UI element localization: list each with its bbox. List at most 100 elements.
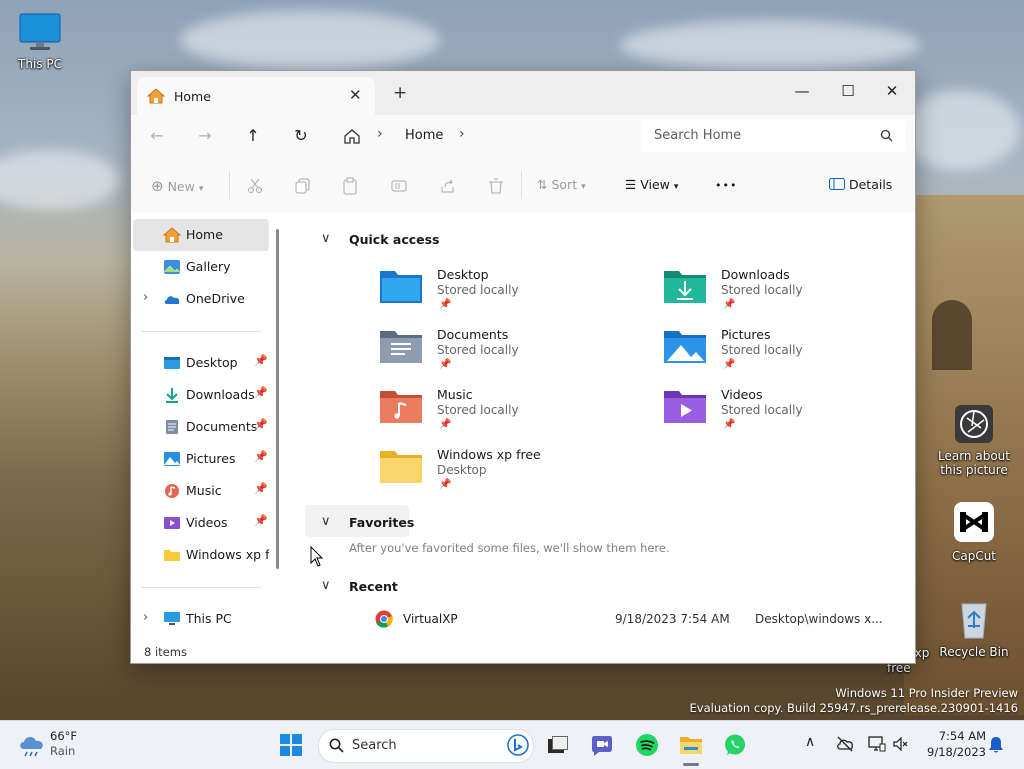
item-count: 8 items <box>144 645 187 659</box>
bing-icon[interactable] <box>507 734 529 756</box>
desktop-icon-capcut[interactable]: CapCut <box>934 500 1014 563</box>
paste-icon[interactable] <box>343 177 359 195</box>
close-tab-icon[interactable]: ✕ <box>349 86 362 104</box>
breadcrumb-home[interactable]: Home <box>405 128 443 143</box>
whatsapp-icon[interactable] <box>723 733 747 757</box>
windows-start-icon[interactable] <box>279 733 303 757</box>
quick-access-item-documents[interactable]: Documents Stored locally 📌 <box>379 327 619 383</box>
pictures-folder-icon <box>664 331 706 363</box>
show-hidden-icons-chevron-icon[interactable]: ∧ <box>805 734 815 750</box>
item-name: Desktop <box>437 267 489 282</box>
quick-access-item-music[interactable]: Music Stored locally 📌 <box>379 387 619 443</box>
breadcrumb-chevron-icon[interactable]: › <box>459 126 465 142</box>
more-options-button[interactable]: ••• <box>715 179 737 192</box>
nav-item-label: Windows xp free <box>186 547 269 562</box>
desktop-folder-icon <box>380 271 422 303</box>
search-box[interactable]: Search Home <box>641 120 905 152</box>
sort-button[interactable]: ⇅ Sort ▾ <box>537 177 586 192</box>
pin-icon: 📌 <box>254 482 268 495</box>
breadcrumb[interactable]: › Home › <box>331 121 621 151</box>
item-name: Downloads <box>721 267 790 282</box>
tab-home[interactable]: Home ✕ <box>137 77 375 115</box>
videos-folder-icon <box>664 391 706 423</box>
nav-item-videos[interactable]: Videos 📌 <box>133 507 269 539</box>
pin-icon: 📌 <box>439 419 452 430</box>
nav-item-documents[interactable]: Documents 📌 <box>133 411 269 443</box>
view-button[interactable]: ☰ View ▾ <box>625 177 678 192</box>
back-arrow-icon[interactable]: ← <box>145 124 169 148</box>
recent-header[interactable]: ∨ Recent <box>321 578 398 594</box>
item-location: Stored locally <box>437 343 519 357</box>
taskbar-search-input[interactable]: Search <box>352 738 397 753</box>
file-explorer-icon[interactable] <box>679 733 703 757</box>
evaluation-watermark: Windows 11 Pro Insider Preview Evaluatio… <box>690 686 1018 716</box>
recent-item-virtualxp[interactable]: VirtualXP 9/18/2023 7:54 AM Desktop\wind… <box>373 609 913 631</box>
recent-item-date: 9/18/2023 7:54 AM <box>615 612 730 626</box>
cut-icon[interactable] <box>247 178 263 194</box>
view-button-label: View <box>640 177 670 192</box>
forward-arrow-icon[interactable]: → <box>193 124 217 148</box>
chevron-down-icon: ▾ <box>673 182 679 192</box>
pin-icon: 📌 <box>254 514 268 527</box>
teams-meet-icon[interactable] <box>590 733 614 757</box>
nav-item-pictures[interactable]: Pictures 📌 <box>133 443 269 475</box>
nav-item-music[interactable]: Music 📌 <box>133 475 269 507</box>
chevron-down-icon[interactable]: ∨ <box>321 231 331 246</box>
favorites-empty-hint: After you've favorited some files, we'll… <box>349 541 670 555</box>
minimize-button[interactable]: — <box>779 77 825 105</box>
search-input[interactable]: Search Home <box>654 128 741 143</box>
sort-icon: ⇅ <box>537 177 548 192</box>
up-arrow-icon[interactable]: ↑ <box>241 124 265 148</box>
nav-item-desktop[interactable]: Desktop 📌 <box>133 347 269 379</box>
close-window-button[interactable]: ✕ <box>869 77 915 105</box>
pin-icon: 📌 <box>723 299 736 310</box>
desktop-icon-this-pc[interactable]: This PC <box>0 12 80 71</box>
chevron-right-icon[interactable]: › <box>143 610 148 625</box>
share-icon[interactable] <box>440 178 456 194</box>
download-folder-icon <box>664 271 706 303</box>
favorites-header[interactable]: ∨ Favorites <box>321 514 414 530</box>
nav-item-gallery[interactable]: Gallery <box>133 251 269 283</box>
system-clock[interactable]: 7:54 AM 9/18/2023 <box>916 728 986 760</box>
quick-access-item-desktop[interactable]: Desktop Stored locally 📌 <box>379 267 619 323</box>
music-folder-icon <box>380 391 422 423</box>
new-button[interactable]: ⊕ New ▾ <box>151 177 203 195</box>
quick-access-item-videos[interactable]: Videos Stored locally 📌 <box>663 387 903 443</box>
refresh-icon[interactable]: ↻ <box>289 124 313 148</box>
pin-icon: 📌 <box>439 299 452 310</box>
network-icon[interactable] <box>868 735 886 753</box>
quick-access-header[interactable]: ∨ Quick access <box>321 231 440 247</box>
title-bar: Home ✕ + — ☐ ✕ <box>131 71 915 115</box>
weather-widget[interactable]: 66°F Rain <box>14 721 104 769</box>
item-location: Stored locally <box>437 403 519 417</box>
delete-icon[interactable] <box>488 178 504 194</box>
copy-icon[interactable] <box>295 178 311 194</box>
volume-muted-icon[interactable] <box>893 736 909 752</box>
quick-access-item-windows-xp-free[interactable]: Windows xp free Desktop 📌 <box>379 447 619 503</box>
chevron-right-icon[interactable]: › <box>143 290 148 305</box>
chevron-down-icon[interactable]: ∨ <box>321 514 331 529</box>
taskbar-search[interactable]: Search <box>318 729 534 763</box>
details-button[interactable]: Details <box>829 177 892 192</box>
task-view-icon[interactable] <box>546 733 570 757</box>
chrome-icon <box>375 610 393 628</box>
nav-item-label: Desktop <box>186 355 238 370</box>
nav-item-downloads[interactable]: Downloads 📌 <box>133 379 269 411</box>
maximize-button[interactable]: ☐ <box>825 77 871 105</box>
quick-access-item-downloads[interactable]: Downloads Stored locally 📌 <box>663 267 903 323</box>
nav-item-home[interactable]: Home <box>133 219 269 251</box>
desktop-icon-recycle-bin[interactable]: Recycle Bin <box>934 598 1014 659</box>
nav-item-windows-xp-free[interactable]: Windows xp free <box>133 539 269 571</box>
new-tab-button[interactable]: + <box>393 83 407 103</box>
desktop-icon-learn-about-picture[interactable]: Learn about this picture <box>934 404 1014 477</box>
rename-icon[interactable] <box>391 178 407 194</box>
nav-item-onedrive[interactable]: › OneDrive <box>133 283 269 315</box>
spotify-icon[interactable] <box>635 733 659 757</box>
quick-access-item-pictures[interactable]: Pictures Stored locally 📌 <box>663 327 903 383</box>
folder-icon <box>164 550 180 561</box>
pictures-icon <box>164 452 180 466</box>
chevron-down-icon[interactable]: ∨ <box>321 578 331 593</box>
nav-item-this-pc[interactable]: › This PC <box>133 603 269 635</box>
notification-bell-icon[interactable] <box>988 736 1004 754</box>
onedrive-offline-icon[interactable] <box>836 736 854 752</box>
